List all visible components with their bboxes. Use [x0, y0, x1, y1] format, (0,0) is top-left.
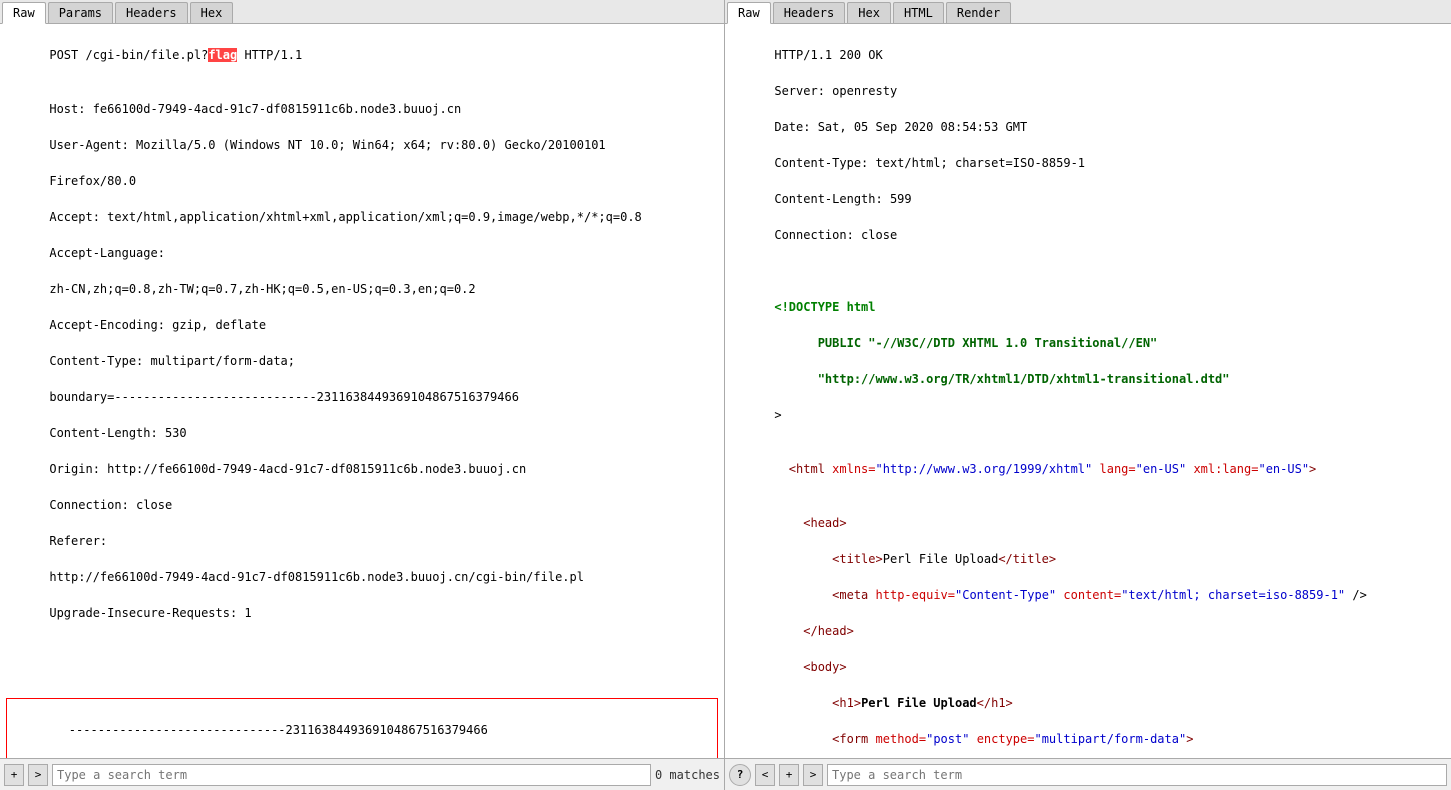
right-bottom-bar: ? < + > — [725, 758, 1451, 790]
multipart-box-1: ------------------------------2311638449… — [6, 698, 718, 758]
tab-raw-left[interactable]: Raw — [2, 2, 46, 24]
search-input-right[interactable] — [827, 764, 1447, 786]
content-type-header: Content-Type: text/html; charset=ISO-885… — [774, 156, 1085, 170]
tab-raw-right[interactable]: Raw — [727, 2, 771, 24]
body-open: <body> — [774, 660, 846, 674]
flag-highlight: flag — [208, 48, 237, 62]
left-tab-bar: Raw Params Headers Hex — [0, 0, 724, 24]
http-status: HTTP/1.1 200 OK — [774, 48, 882, 62]
form-open: <form method="post" enctype="multipart/f… — [774, 732, 1193, 746]
tab-hex-left[interactable]: Hex — [190, 2, 234, 23]
header-origin: Origin: http://fe66100d-7949-4acd-91c7-d… — [49, 462, 526, 476]
search-input-left[interactable] — [52, 764, 651, 786]
add-button-left[interactable]: + — [4, 764, 24, 786]
tab-html[interactable]: HTML — [893, 2, 944, 23]
left-nav-controls: + > — [4, 764, 48, 786]
header-accept-lang-label: Accept-Language: — [49, 246, 165, 260]
header-content-type: Content-Type: multipart/form-data; — [49, 354, 295, 368]
header-accept: Accept: text/html,application/xhtml+xml,… — [49, 210, 641, 224]
tab-hex-right[interactable]: Hex — [847, 2, 891, 23]
server-header: Server: openresty — [774, 84, 897, 98]
right-panel: Raw Headers Hex HTML Render HTTP/1.1 200… — [725, 0, 1451, 790]
tab-render[interactable]: Render — [946, 2, 1011, 23]
header-referer-label: Referer: — [49, 534, 107, 548]
header-accept-lang-value: zh-CN,zh;q=0.8,zh-TW;q=0.7,zh-HK;q=0.5,e… — [49, 282, 475, 296]
header-host: Host: fe66100d-7949-4acd-91c7-df0815911c… — [49, 102, 461, 116]
left-panel: Raw Params Headers Hex POST /cgi-bin/fil… — [0, 0, 725, 790]
box1-boundary: ------------------------------2311638449… — [69, 723, 488, 737]
add-button-right[interactable]: + — [779, 764, 799, 786]
header-content-length: Content-Length: 530 — [49, 426, 186, 440]
header-connection: Connection: close — [49, 498, 172, 512]
right-content: HTTP/1.1 200 OK Server: openresty Date: … — [725, 24, 1451, 758]
forward-button-right[interactable]: > — [803, 764, 823, 786]
right-tab-bar: Raw Headers Hex HTML Render — [725, 0, 1451, 24]
header-useragent: User-Agent: Mozilla/5.0 (Windows NT 10.0… — [49, 138, 605, 152]
header-upgrade: Upgrade-Insecure-Requests: 1 — [49, 606, 251, 620]
header-referer-value: http://fe66100d-7949-4acd-91c7-df0815911… — [49, 570, 584, 584]
connection-header: Connection: close — [774, 228, 897, 242]
help-button[interactable]: ? — [729, 764, 751, 786]
doctype-comment: <!DOCTYPE html — [774, 300, 875, 314]
left-bottom-bar: + > 0 matches — [0, 758, 724, 790]
header-accept-encoding: Accept-Encoding: gzip, deflate — [49, 318, 266, 332]
tab-headers-left[interactable]: Headers — [115, 2, 188, 23]
left-content: POST /cgi-bin/file.pl?flag HTTP/1.1 Host… — [0, 24, 724, 758]
head-close: </head> — [774, 624, 853, 638]
gt-bracket: > — [774, 408, 781, 422]
dtd-url: "http://www.w3.org/TR/xhtml1/DTD/xhtml1-… — [774, 372, 1229, 386]
match-count-left: 0 matches — [655, 768, 720, 782]
meta-line: <meta http-equiv="Content-Type" content=… — [774, 588, 1366, 602]
h1-line: <h1>Perl File Upload</h1> — [774, 696, 1012, 710]
header-boundary: boundary=----------------------------231… — [49, 390, 519, 404]
request-line: POST /cgi-bin/file.pl?flag HTTP/1.1 — [49, 48, 302, 62]
back-button-right[interactable]: < — [755, 764, 775, 786]
html-open: <html xmlns="http://www.w3.org/1999/xhtm… — [731, 462, 1316, 494]
title-line: <title>Perl File Upload</title> — [774, 552, 1056, 566]
forward-button-left[interactable]: > — [28, 764, 48, 786]
date-header: Date: Sat, 05 Sep 2020 08:54:53 GMT — [774, 120, 1027, 134]
tab-headers-right[interactable]: Headers — [773, 2, 846, 23]
head-open: <head> — [774, 516, 846, 530]
content-length-header: Content-Length: 599 — [774, 192, 911, 206]
public-line: PUBLIC "-//W3C//DTD XHTML 1.0 Transition… — [774, 336, 1157, 350]
tab-params[interactable]: Params — [48, 2, 113, 23]
header-firefox: Firefox/80.0 — [49, 174, 136, 188]
